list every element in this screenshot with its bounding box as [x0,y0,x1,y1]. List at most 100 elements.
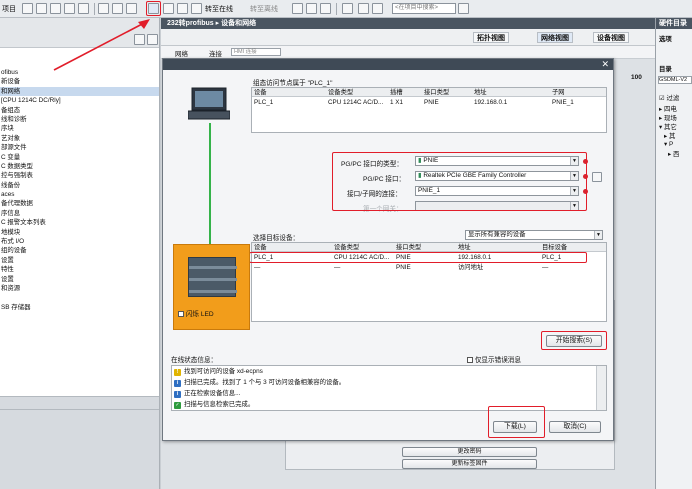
tree-item[interactable]: 布式 I/O [0,237,159,246]
split-vertical-icon[interactable] [372,3,383,14]
tree-item[interactable]: 艺对象 [0,134,159,143]
split-icon[interactable] [126,3,137,14]
cross-reference-icon[interactable] [342,3,353,14]
warning-icon: ! [174,369,181,376]
target-device-label: 选择目标设备： [253,235,300,242]
project-menu[interactable]: 项目 [2,4,16,14]
cancel-button[interactable]: 取消(C) [549,421,601,433]
tree-item[interactable]: C 变量 [0,153,159,162]
annotation-arrow [53,19,150,71]
show-errors-checkbox[interactable]: 仅显示错误消息 [467,354,521,364]
tree-item[interactable]: 备代理数据 [0,199,159,208]
tree-item[interactable]: 线和诊断 [0,115,159,124]
network-button[interactable]: 网络 [175,48,188,58]
tree-item[interactable]: 控与强制表 [0,171,159,180]
tree-item[interactable]: 地模块 [0,228,159,237]
table-cell: — [542,264,549,271]
tree-item[interactable]: SB 存储器 [0,303,159,312]
column-header: 设备 [254,89,267,96]
flash-led-checkbox[interactable]: 闪烁 LED [178,308,214,318]
change-password-button[interactable]: 更改密码 [402,447,537,457]
split-horizontal-icon[interactable] [358,3,369,14]
node-config-title: 组态访问节点属于 "PLC_1" [253,80,333,87]
redo-icon[interactable] [112,3,123,14]
table-row[interactable]: — — PNIE 访问地址 — [252,263,606,272]
tab-network-view[interactable]: 网络视图 [537,32,573,43]
project-tree-panel: ofibus 新设备 和网络 [CPU 1214C DC/Rly] 备组态 线和诊断 序块艺… [0,18,160,489]
delete-icon[interactable] [78,3,89,14]
tree-item[interactable]: 序块 [0,124,159,133]
catalog-item[interactable]: ▸ 西 [668,149,679,158]
interface-settings-icon[interactable] [592,172,602,182]
close-icon[interactable]: ✕ [601,59,609,70]
filter-checkbox[interactable]: ☑ 过滤 [659,93,679,102]
dialog-titlebar: ✕ [163,59,613,70]
download-highlight [146,1,161,16]
column-header: 接口类型 [396,244,422,251]
column-header: 目标设备 [542,244,568,251]
copy-icon[interactable] [50,3,61,14]
catalog-item[interactable]: ▾ 其它 [659,122,677,131]
start-cpu-icon[interactable] [306,3,317,14]
status-message: i 扫描已完成。找到了 1 个与 3 可访问设备相兼容的设备。 [172,378,596,388]
table-cell: PLC_1 [254,99,274,106]
stop-cpu-icon[interactable] [320,3,331,14]
paste-icon[interactable] [64,3,75,14]
tree-item[interactable]: 新设备 [0,77,159,86]
update-firmware-button[interactable]: 更新标签固件 [402,459,537,469]
table-cell: PNIE_1 [552,99,574,106]
search-icon[interactable] [458,3,469,14]
cut-icon[interactable] [36,3,47,14]
tree-item[interactable]: C 报警文本列表 [0,218,159,227]
status-scrollbar[interactable] [596,366,606,410]
table-cell: — [254,264,261,271]
tree-item[interactable]: 部源文件 [0,143,159,152]
catalog-item[interactable]: ▸ 其 [664,131,675,140]
project-search-input[interactable]: <在项目中搜索> [392,3,456,14]
tree-item[interactable] [0,293,159,302]
catalog-label[interactable]: 目录 [659,64,672,73]
open-icon[interactable] [22,3,33,14]
tree-item[interactable]: 设置 [0,275,159,284]
go-offline-button[interactable]: 转至离线 [250,4,278,14]
upload-icon[interactable] [163,3,174,14]
tree-item[interactable]: 和网络 [0,86,159,97]
simulation-icon[interactable] [177,3,188,14]
catalog-search-input[interactable]: GSDML-V2 [658,76,692,84]
go-online-button[interactable]: 转至在线 [205,4,233,14]
connections-button[interactable]: 连接 [209,48,222,58]
connection-type-combo[interactable]: HMI 连接 [231,48,281,56]
tree-item[interactable]: 组的设备 [0,246,159,255]
tree-item[interactable]: 序信息 [0,209,159,218]
catalog-item[interactable]: ▾ P [664,140,673,148]
catalog-item[interactable]: ▸ 现场 [659,113,677,122]
column-header: 地址 [474,89,487,96]
options-label: 选项 [659,36,672,43]
undo-icon[interactable] [98,3,109,14]
target-row-highlight [249,252,587,263]
editor-title: 232转profibus ▸ 设备和网络 [161,18,655,29]
table-row[interactable]: PLC_1 CPU 1214C AC/D... 1 X1 PNIE 192.168.0.… [252,98,606,107]
start-search-highlight [541,331,607,350]
online-status-list: ! 找到可访问的设备 xd-ecpns i 扫描已完成。找到了 1 个与 3 可访问设… [171,365,607,411]
tree-item[interactable]: [CPU 1214C DC/Rly] [0,96,159,105]
tree-item[interactable]: 和资源 [0,284,159,293]
column-header: 子网 [552,89,565,96]
ok-icon: ✓ [174,402,181,409]
tree-item[interactable]: 备组态 [0,106,159,115]
catalog-item[interactable]: ▸ 四电 [659,104,677,113]
tree-item[interactable]: 特性 [0,265,159,274]
tree-item[interactable]: 线备份 [0,181,159,190]
pg-pc-icon [188,87,230,120]
tree-item[interactable]: 设置 [0,256,159,265]
access-node-table: 设备 设备类型 插槽 接口类型 地址 子网 PLC_1 CPU 1214C AC/D... 1 … [251,87,607,133]
tree-item[interactable]: aces [0,190,159,199]
compile-icon[interactable] [191,3,202,14]
table-header: 设备 设备类型 接口类型 地址 目标设备 [252,243,606,252]
column-header: 地址 [458,244,471,251]
accessible-devices-icon[interactable] [292,3,303,14]
tab-device-view[interactable]: 设备视图 [593,32,629,43]
target-filter-select[interactable]: 显示所有兼容的设备 ▼ [465,230,603,240]
tree-item[interactable]: C 数据类型 [0,162,159,171]
tab-topology-view[interactable]: 拓扑视图 [473,32,509,43]
